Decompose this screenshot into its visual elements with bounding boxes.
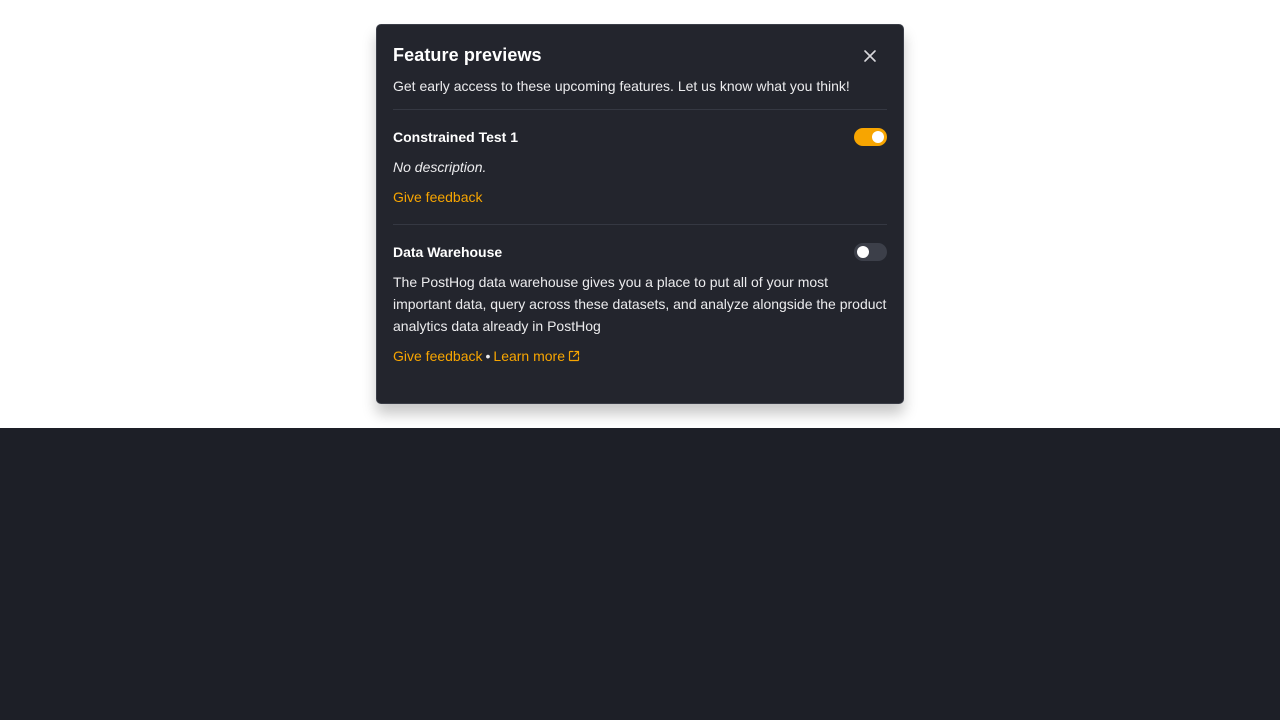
- feature-links: Give feedback: [393, 186, 887, 224]
- feature-header: Constrained Test 1: [393, 126, 887, 148]
- popover-title: Feature previews: [393, 45, 542, 65]
- feature-name: Data Warehouse: [393, 244, 503, 260]
- feature-header: Data Warehouse: [393, 241, 887, 263]
- external-link-icon: [568, 350, 580, 362]
- feature-toggle-data-warehouse[interactable]: [854, 243, 887, 261]
- close-icon: [864, 50, 876, 62]
- feature-item-data-warehouse: Data Warehouse The PostHog data warehous…: [393, 225, 887, 383]
- toggle-knob: [872, 131, 884, 143]
- feature-item-constrained-test-1: Constrained Test 1 No description. Give …: [393, 110, 887, 224]
- learn-more-label: Learn more: [493, 348, 565, 364]
- feature-links: Give feedback • Learn more: [393, 345, 887, 383]
- link-separator: •: [485, 348, 491, 364]
- popover-header: Feature previews: [393, 41, 887, 69]
- give-feedback-link[interactable]: Give feedback: [393, 189, 483, 205]
- feature-description: The PostHog data warehouse gives you a p…: [393, 274, 887, 334]
- close-button[interactable]: [861, 47, 879, 65]
- feature-description: No description.: [393, 159, 487, 175]
- toggle-knob: [857, 246, 869, 258]
- give-feedback-link[interactable]: Give feedback: [393, 348, 483, 364]
- feature-name: Constrained Test 1: [393, 129, 518, 145]
- feature-toggle-constrained-test-1[interactable]: [854, 128, 887, 146]
- feature-previews-popover: Feature previews Get early access to the…: [376, 24, 904, 404]
- learn-more-link[interactable]: Learn more: [493, 348, 580, 364]
- popover-intro: Get early access to these upcoming featu…: [393, 78, 850, 94]
